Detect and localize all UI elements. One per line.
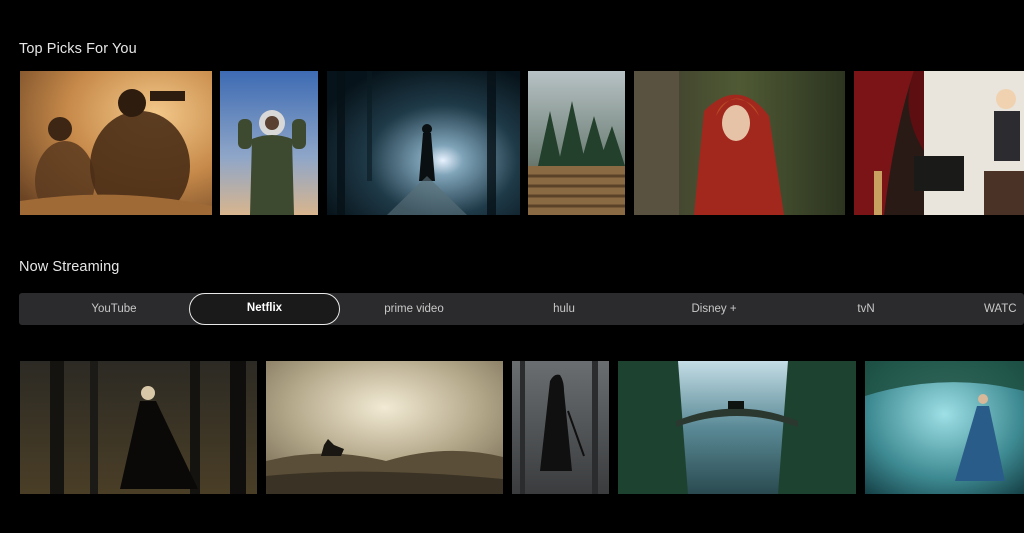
stream-tile-dark-forest-woman[interactable] <box>20 361 257 494</box>
stream-tile-rider-on-hill[interactable] <box>266 361 503 494</box>
top-pick-tile-red-hood-girl[interactable] <box>634 71 845 215</box>
foggy-forest-image <box>327 71 520 215</box>
astronaut-image <box>220 71 318 215</box>
rider-on-hill-image <box>266 361 503 494</box>
streaming-service-bar: YouTube Netflix prime video hulu Disney … <box>19 293 1024 325</box>
service-prime-video[interactable]: prime video <box>349 293 479 325</box>
top-pick-tile-maze-forest[interactable] <box>528 71 625 215</box>
desert-explorers-image <box>20 71 212 215</box>
dark-forest-woman-image <box>20 361 257 494</box>
stream-tile-misty-forest-dress[interactable] <box>865 361 1024 494</box>
top-pick-tile-astronaut[interactable] <box>220 71 318 215</box>
top-pick-tile-foggy-forest-road[interactable] <box>327 71 520 215</box>
stream-tile-canyon-bridge[interactable] <box>618 361 856 494</box>
canyon-bridge-image <box>618 361 856 494</box>
service-hulu[interactable]: hulu <box>499 293 629 325</box>
top-picks-title: Top Picks For You <box>19 41 137 57</box>
service-disney-plus[interactable]: Disney + <box>649 293 779 325</box>
maze-forest-image <box>528 71 625 215</box>
red-hood-girl-image <box>634 71 845 215</box>
service-tvn[interactable]: tvN <box>801 293 931 325</box>
now-streaming-title: Now Streaming <box>19 259 120 275</box>
service-watcha[interactable]: WATC <box>984 293 1024 325</box>
stream-tile-hooded-figure[interactable] <box>512 361 609 494</box>
top-pick-tile-desert-explorers[interactable] <box>20 71 212 215</box>
top-pick-tile-girl-reading[interactable] <box>854 71 1024 215</box>
misty-forest-dress-image <box>865 361 1024 494</box>
service-youtube[interactable]: YouTube <box>49 293 179 325</box>
hooded-figure-image <box>512 361 609 494</box>
girl-reading-image <box>854 71 1024 215</box>
service-netflix[interactable]: Netflix <box>189 293 340 325</box>
